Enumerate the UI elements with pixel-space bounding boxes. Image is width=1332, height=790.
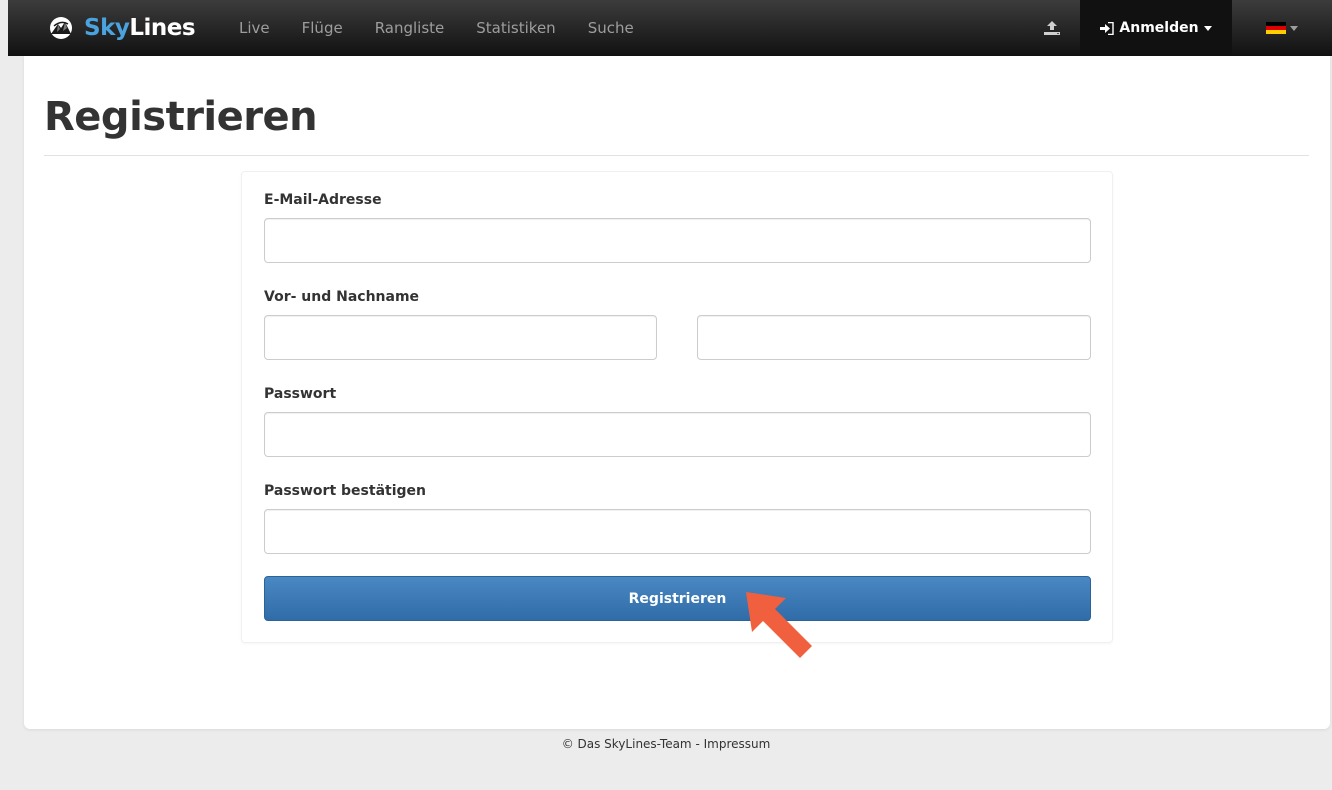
registration-form: E-Mail-Adresse Vor- und Nachname Passwor… bbox=[241, 171, 1113, 643]
register-button[interactable]: Registrieren bbox=[264, 576, 1091, 621]
language-dropdown-button[interactable] bbox=[1232, 0, 1332, 56]
name-label: Vor- und Nachname bbox=[264, 289, 420, 305]
title-divider bbox=[44, 155, 1309, 156]
login-label: Anmelden bbox=[1119, 20, 1199, 36]
nav-link-search[interactable]: Suche bbox=[572, 0, 650, 56]
nav-link-ranking[interactable]: Rangliste bbox=[359, 0, 461, 56]
chevron-down-icon bbox=[1290, 25, 1298, 31]
password-confirm-label: Passwort bestätigen bbox=[264, 483, 426, 499]
nav-link-flights[interactable]: Flüge bbox=[286, 0, 359, 56]
upload-button[interactable] bbox=[1028, 0, 1076, 56]
login-icon bbox=[1100, 21, 1115, 35]
nav-link-live[interactable]: Live bbox=[233, 0, 286, 56]
password-confirm-field[interactable] bbox=[264, 509, 1091, 554]
main-nav: Live Flüge Rangliste Statistiken Suche bbox=[233, 0, 650, 56]
top-navbar: SkyLines Live Flüge Rangliste Statistike… bbox=[8, 0, 1332, 56]
german-flag-icon bbox=[1266, 22, 1286, 34]
last-name-field[interactable] bbox=[697, 315, 1091, 360]
email-label: E-Mail-Adresse bbox=[264, 192, 382, 208]
chevron-down-icon bbox=[1203, 25, 1212, 31]
skylines-logo-icon bbox=[50, 17, 72, 39]
brand-link[interactable]: SkyLines bbox=[48, 0, 233, 56]
footer-separator: - bbox=[691, 737, 704, 751]
impressum-link[interactable]: Impressum bbox=[704, 737, 771, 751]
footer: © Das SkyLines-Team - Impressum bbox=[0, 737, 1332, 751]
nav-right: Anmelden bbox=[1028, 0, 1332, 56]
upload-icon bbox=[1044, 21, 1060, 35]
password-field[interactable] bbox=[264, 412, 1091, 457]
page-title: Registrieren bbox=[44, 94, 318, 140]
email-field[interactable] bbox=[264, 218, 1091, 263]
nav-link-statistics[interactable]: Statistiken bbox=[460, 0, 571, 56]
brand-name: SkyLines bbox=[84, 15, 196, 41]
pointer-arrow-icon bbox=[746, 592, 812, 658]
footer-copyright: © Das SkyLines-Team bbox=[561, 737, 692, 751]
login-dropdown-button[interactable]: Anmelden bbox=[1080, 0, 1232, 56]
main-content: Registrieren E-Mail-Adresse Vor- und Nac… bbox=[24, 56, 1330, 729]
password-label: Passwort bbox=[264, 386, 337, 402]
first-name-field[interactable] bbox=[264, 315, 657, 360]
